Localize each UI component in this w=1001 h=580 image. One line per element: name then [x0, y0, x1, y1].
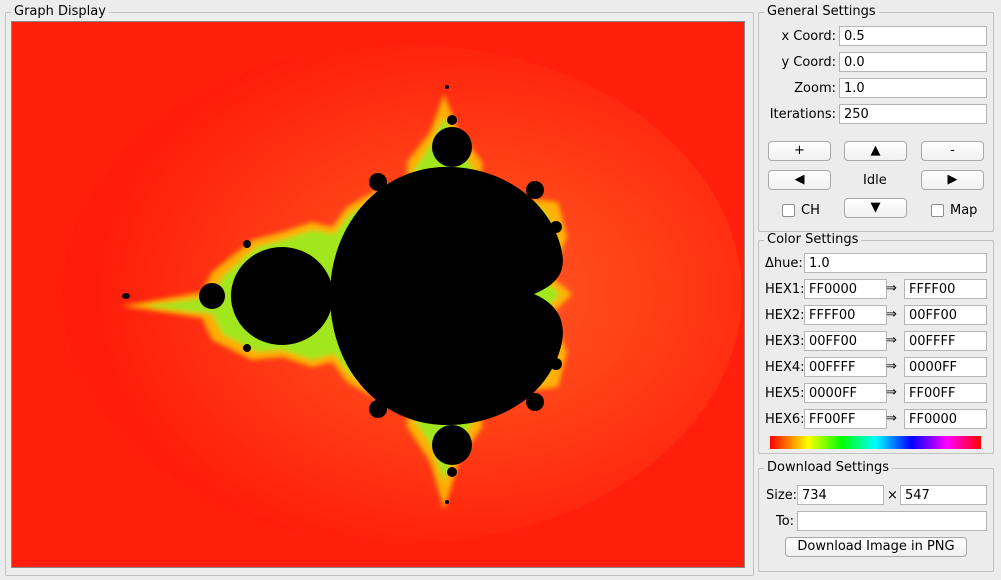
hex-from-input[interactable] [804, 305, 887, 325]
pan-up-button[interactable]: ▲ [844, 141, 907, 161]
to-label: To: [776, 514, 795, 529]
hex-to-input[interactable] [904, 409, 987, 429]
iterations-input[interactable] [839, 104, 987, 124]
hex-row-label: HEX5: [765, 386, 805, 401]
ch-checkbox[interactable] [782, 204, 795, 217]
download-png-button[interactable]: Download Image in PNG [785, 537, 967, 557]
x-coord-label: x Coord: [781, 29, 836, 44]
zoom-label: Zoom: [794, 81, 836, 96]
y-coord-label: y Coord: [781, 55, 836, 70]
hex-to-input[interactable] [904, 357, 987, 377]
hex-to-input[interactable] [904, 305, 987, 325]
pan-down-button[interactable]: ▼ [844, 198, 907, 218]
y-coord-input[interactable] [839, 52, 987, 72]
hex-arrow: ⇒ [886, 281, 897, 296]
hex-arrow: ⇒ [886, 333, 897, 348]
zoom-out-button[interactable]: - [921, 141, 984, 161]
hex-row-label: HEX1: [765, 282, 805, 297]
hex-to-input[interactable] [904, 331, 987, 351]
graph-display-title: Graph Display [11, 4, 109, 20]
hex-arrow: ⇒ [886, 411, 897, 426]
hex-from-input[interactable] [804, 409, 887, 429]
zoom-in-button[interactable]: + [768, 141, 831, 161]
zoom-input[interactable] [839, 78, 987, 98]
hex-row-label: HEX4: [765, 360, 805, 375]
height-input[interactable] [900, 485, 987, 505]
hex-arrow: ⇒ [886, 359, 897, 374]
delta-hue-input[interactable] [804, 253, 987, 273]
hex-to-input[interactable] [904, 383, 987, 403]
width-input[interactable] [797, 485, 884, 505]
color-gradient-preview [770, 436, 981, 449]
hex-row-label: HEX2: [765, 308, 805, 323]
hex-row-label: HEX6: [765, 412, 805, 427]
hex-arrow: ⇒ [886, 385, 897, 400]
download-settings-title: Download Settings [764, 460, 893, 476]
delta-hue-label: Δhue: [765, 256, 803, 271]
size-label: Size: [766, 488, 798, 503]
general-settings-title: General Settings [764, 4, 879, 20]
hex-from-input[interactable] [804, 331, 887, 351]
hex-arrow: ⇒ [886, 307, 897, 322]
output-path-input[interactable] [797, 511, 987, 531]
color-settings-title: Color Settings [764, 232, 862, 248]
map-label: Map [950, 203, 978, 218]
map-checkbox[interactable] [931, 204, 944, 217]
iterations-label: Iterations: [769, 107, 836, 122]
times-sign: × [887, 488, 898, 503]
hex-from-input[interactable] [804, 279, 887, 299]
hex-row-label: HEX3: [765, 334, 805, 349]
ch-label: CH [801, 203, 820, 218]
status-label: Idle [863, 173, 887, 188]
pan-left-button[interactable]: ◀ [768, 170, 831, 190]
hex-from-input[interactable] [804, 357, 887, 377]
x-coord-input[interactable] [839, 26, 987, 46]
hex-from-input[interactable] [804, 383, 887, 403]
hex-to-input[interactable] [904, 279, 987, 299]
pan-right-button[interactable]: ▶ [921, 170, 984, 190]
mandelbrot-image [12, 22, 744, 567]
fractal-canvas[interactable] [11, 21, 745, 568]
